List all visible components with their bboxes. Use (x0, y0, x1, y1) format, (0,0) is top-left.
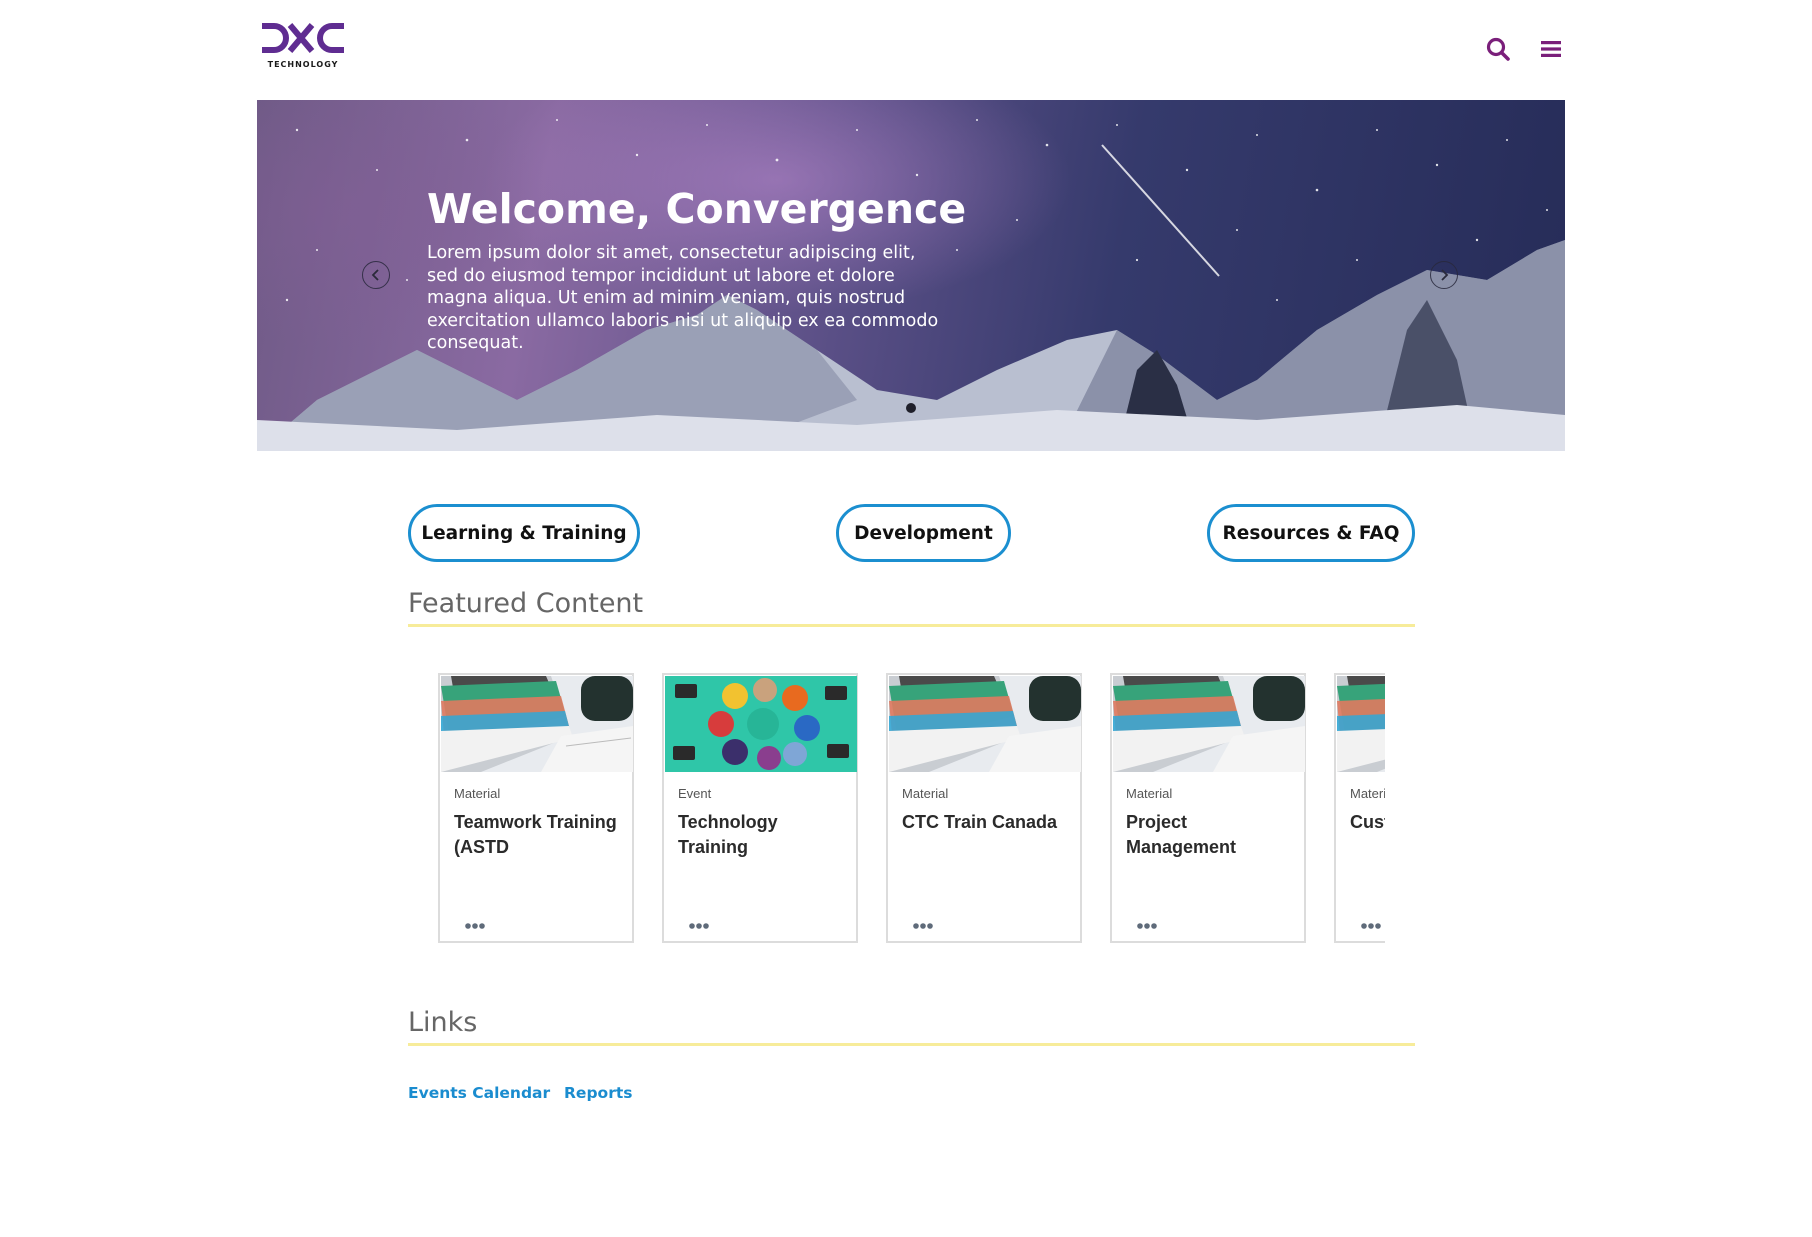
carousel-next-button[interactable] (1430, 261, 1458, 289)
dxc-logo[interactable]: TECHNOLOGY (260, 22, 346, 72)
events-calendar-link[interactable]: Events Calendar (408, 1084, 550, 1102)
card-type-label: Material (1350, 786, 1385, 801)
development-button[interactable]: Development (836, 504, 1011, 562)
links-divider (408, 1043, 1415, 1046)
content-card-teamwork-training[interactable]: Material Teamwork Training (ASTD (438, 673, 634, 943)
content-card-project-management[interactable]: Material Project Management (1110, 673, 1306, 943)
carousel-indicator-dot[interactable] (906, 403, 916, 413)
hero-description: Lorem ipsum dolor sit amet, consectetur … (427, 243, 939, 353)
chevron-right-icon (1441, 269, 1449, 281)
reports-link[interactable]: Reports (564, 1084, 632, 1102)
card-type-label: Material (902, 786, 949, 801)
content-card-technology-training[interactable]: Event Technology Training (662, 673, 858, 943)
hero-carousel: Welcome, Convergence Lorem ipsum dolor s… (257, 100, 1565, 451)
more-options-icon[interactable] (1360, 917, 1384, 929)
learning-training-button[interactable]: Learning & Training (408, 504, 640, 562)
hero-title: Welcome, Convergence (427, 185, 967, 233)
resources-faq-button[interactable]: Resources & FAQ (1207, 504, 1415, 562)
more-options-icon[interactable] (1136, 917, 1160, 929)
content-card-customer-training[interactable]: Material Customer Training (1334, 673, 1385, 943)
more-options-icon[interactable] (912, 917, 936, 929)
card-title: CTC Train Canada (902, 812, 1058, 832)
card-thumbnail-books (441, 676, 633, 772)
more-options-icon[interactable] (688, 917, 712, 929)
featured-content-divider (408, 624, 1415, 627)
dxc-logo-mark (262, 23, 344, 53)
card-title: Customer Training (1350, 812, 1385, 832)
card-title: Technology Training (678, 812, 778, 857)
featured-cards-carousel: Material Teamwork Training (ASTD Event T… (438, 673, 1385, 945)
card-thumbnail-people (665, 676, 857, 772)
card-thumbnail-books (889, 676, 1081, 772)
card-type-label: Material (1126, 786, 1173, 801)
card-title: Project Management (1126, 812, 1237, 857)
links-heading: Links (408, 1007, 478, 1038)
featured-content-heading: Featured Content (408, 588, 644, 619)
more-options-icon[interactable] (464, 917, 488, 929)
card-type-label: Material (454, 786, 501, 801)
site-header: TECHNOLOGY (0, 0, 1812, 100)
card-thumbnail-books (1113, 676, 1305, 772)
card-title: Teamwork Training (ASTD (454, 812, 617, 857)
carousel-prev-button[interactable] (362, 261, 390, 289)
card-type-label: Event (678, 786, 712, 801)
hamburger-menu-icon[interactable] (1538, 36, 1564, 62)
logo-subtext: TECHNOLOGY (267, 60, 339, 69)
card-thumbnail-books (1337, 676, 1385, 772)
chevron-left-icon (371, 269, 379, 281)
content-card-ctc-train-canada[interactable]: Material CTC Train Canada (886, 673, 1082, 943)
search-icon[interactable] (1485, 36, 1511, 62)
